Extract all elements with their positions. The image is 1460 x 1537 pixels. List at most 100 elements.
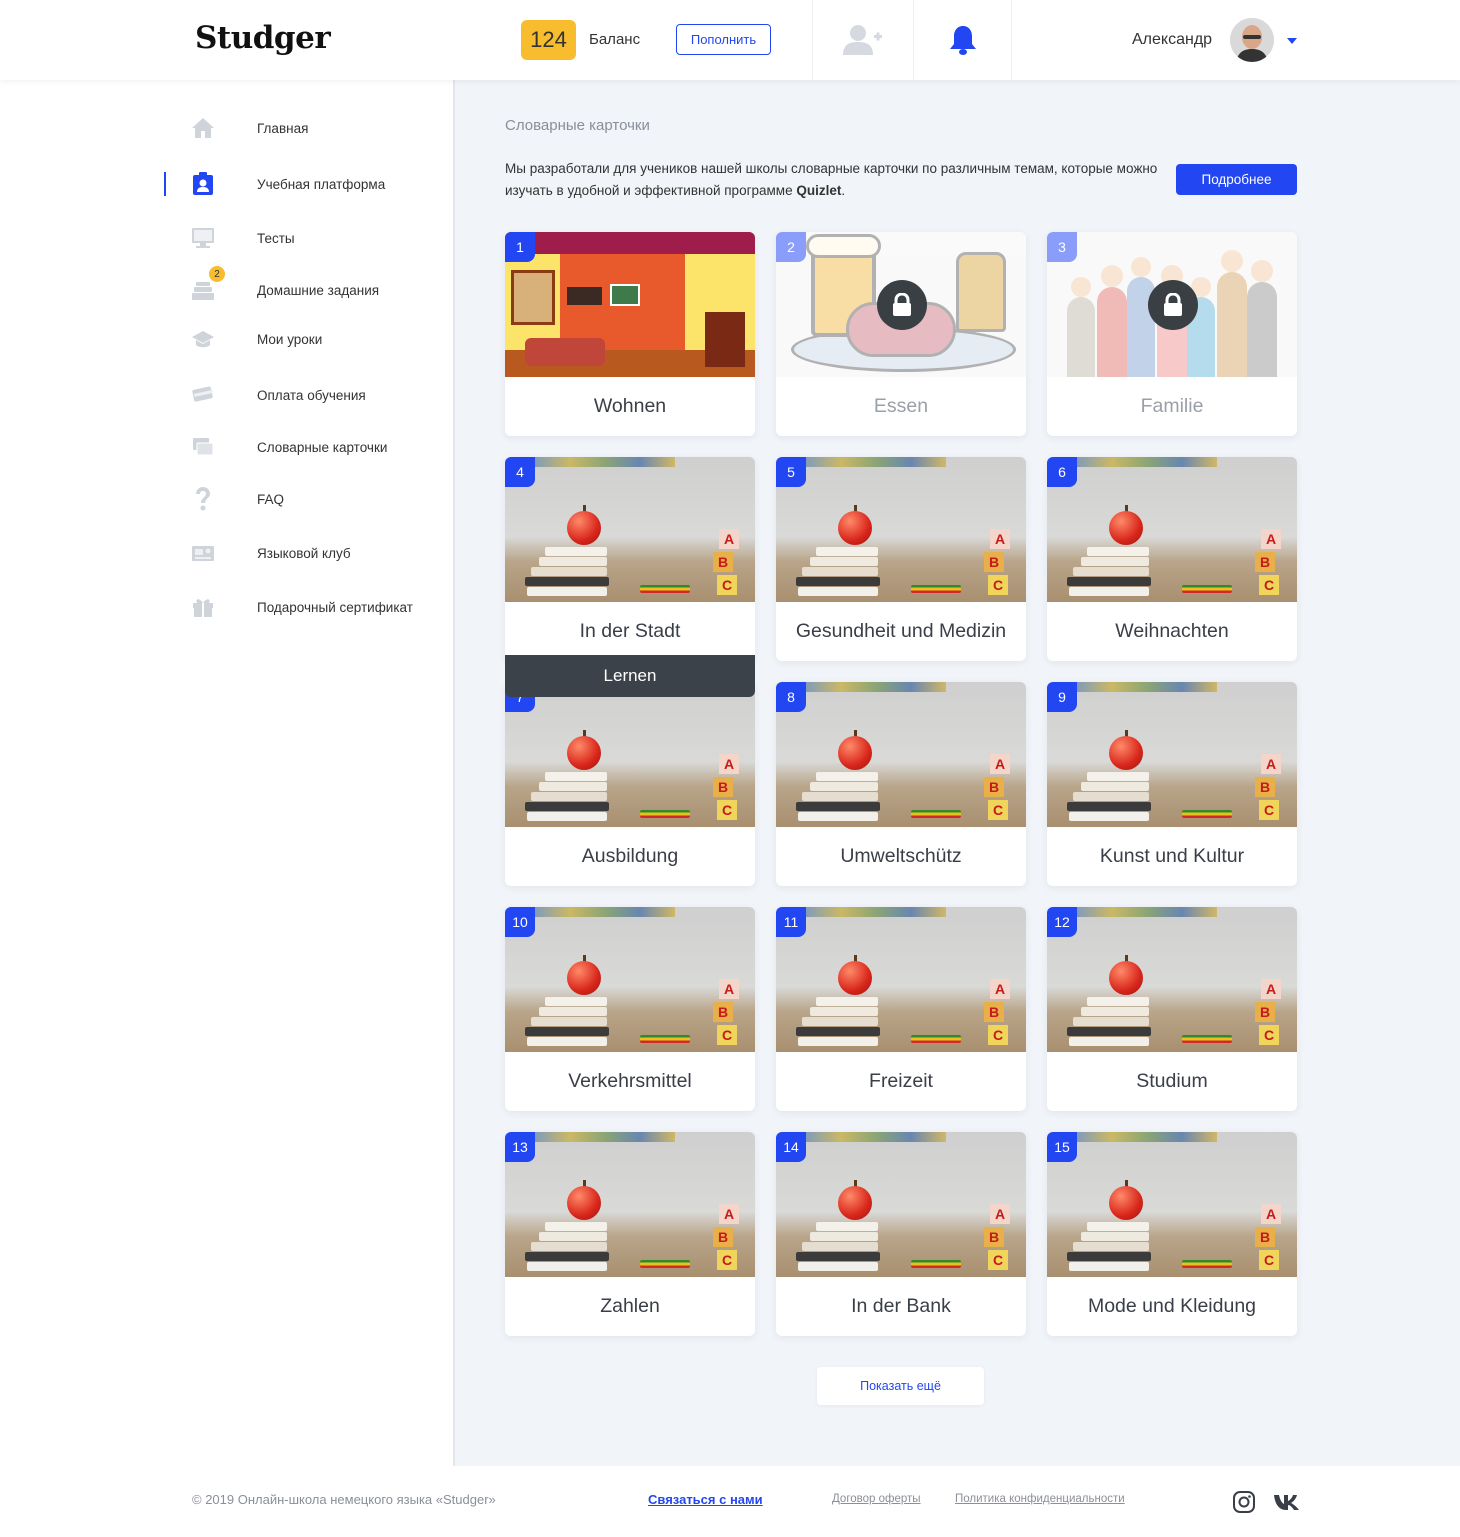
flashcard-card[interactable]: A B C 13 Zahlen	[505, 1132, 755, 1336]
sidebar-item-tests[interactable]: Тесты	[0, 218, 455, 258]
footer: © 2019 Онлайн-школа немецкого языка «Stu…	[0, 1466, 1460, 1537]
sidebar-item-label: Домашние задания	[257, 282, 380, 298]
more-info-button[interactable]: Подробнее	[1176, 164, 1297, 195]
card-number-badge: 15	[1047, 1132, 1077, 1162]
flashcard-card[interactable]: A B C 14 In der Bank	[776, 1132, 1026, 1336]
sidebar: Главная Учебная платформа Тесты 2 Домашн…	[0, 80, 455, 1466]
card-image: ABC	[505, 682, 755, 827]
card-number-badge: 4	[505, 457, 535, 487]
chevron-down-icon[interactable]	[1287, 38, 1297, 44]
sidebar-item-label: Словарные карточки	[257, 439, 388, 455]
notifications-button[interactable]	[913, 0, 1012, 80]
sidebar-item-homework[interactable]: 2 Домашние задания	[0, 266, 455, 310]
flashcard-card[interactable]: A B C 6 Weihnachten	[1047, 457, 1297, 661]
lock-icon	[1148, 280, 1198, 330]
card-image: ABC	[505, 1132, 755, 1277]
graduation-cap-icon	[191, 327, 215, 351]
sidebar-item-label: Тесты	[257, 230, 295, 246]
club-icon	[191, 541, 215, 565]
card-title: In der Stadt	[579, 620, 681, 642]
contact-link[interactable]: Связаться с нами	[648, 1492, 763, 1507]
flashcard-card[interactable]: A B C 11 Freizeit	[776, 907, 1026, 1111]
balance-label: Баланс	[589, 31, 641, 48]
card-title: Essen	[873, 395, 929, 417]
card-image: ABC	[1047, 1132, 1297, 1277]
card-image: ABC	[776, 457, 1026, 602]
sidebar-item-lessons[interactable]: Мои уроки	[0, 319, 455, 359]
sidebar-item-club[interactable]: Языковой клуб	[0, 533, 455, 573]
credit-card-icon	[191, 383, 215, 407]
header: Studger 124 Баланс Пополнить Александр	[0, 0, 1460, 80]
homework-badge: 2	[209, 266, 225, 282]
balance-value: 124	[521, 20, 576, 60]
card-title: Kunst und Kultur	[1099, 845, 1245, 867]
flashcard-card[interactable]: A B C 10 Verkehrsmittel	[505, 907, 755, 1111]
card-number-badge: 6	[1047, 457, 1077, 487]
flashcard-card[interactable]: 3 Familie	[1047, 232, 1297, 436]
card-number-badge: 9	[1047, 682, 1077, 712]
card-title: Zahlen	[600, 1295, 660, 1317]
card-title: Weihnachten	[1115, 620, 1229, 642]
flashcard-card[interactable]: A B C 9 Kunst und Kultur	[1047, 682, 1297, 886]
card-image: ABC	[1047, 457, 1297, 602]
logo[interactable]: Studger	[195, 20, 331, 56]
sidebar-item-payment[interactable]: Оплата обучения	[0, 375, 455, 415]
intro-brand: Quizlet	[796, 183, 842, 198]
card-image: ABC	[776, 1132, 1026, 1277]
lock-icon	[877, 280, 927, 330]
learn-button[interactable]: Lernen	[505, 655, 755, 697]
copyright: © 2019 Онлайн-школа немецкого языка «Stu…	[192, 1492, 496, 1507]
card-number-badge: 3	[1047, 232, 1077, 262]
show-more-button[interactable]: Показать ещё	[817, 1367, 984, 1405]
card-title: Freizeit	[869, 1070, 933, 1092]
sidebar-item-label: FAQ	[257, 491, 285, 507]
card-image: ABC	[776, 907, 1026, 1052]
sidebar-item-label: Главная	[257, 120, 309, 136]
active-indicator	[164, 172, 166, 196]
card-title: Ausbildung	[581, 845, 679, 867]
topup-button[interactable]: Пополнить	[676, 24, 771, 55]
flashcard-card[interactable]: A B C 7 Ausbildung	[505, 682, 755, 886]
sidebar-item-label: Оплата обучения	[257, 387, 366, 403]
intro-text: Мы разработали для учеников нашей школы …	[505, 158, 1165, 202]
sidebar-item-faq[interactable]: FAQ	[0, 479, 455, 519]
card-number-badge: 2	[776, 232, 806, 262]
card-number-badge: 11	[776, 907, 806, 937]
flashcard-card[interactable]: A B C 12 Studium	[1047, 907, 1297, 1111]
user-name[interactable]: Александр	[1132, 31, 1212, 49]
sidebar-item-label: Языковой клуб	[257, 545, 351, 561]
card-image	[505, 232, 755, 377]
avatar-photo	[1230, 18, 1274, 62]
sidebar-item-home[interactable]: Главная	[0, 108, 455, 148]
offer-link[interactable]: Договор оферты	[832, 1493, 921, 1505]
privacy-link[interactable]: Политика конфиденциальности	[955, 1493, 1125, 1505]
instagram-icon[interactable]	[1232, 1490, 1256, 1514]
flashcard-card[interactable]: A B C 5 Gesundheit und Medizin	[776, 457, 1026, 661]
flashcard-card[interactable]: A B C 15 Mode und Kleidung	[1047, 1132, 1297, 1336]
monitor-icon	[191, 226, 215, 250]
question-icon	[191, 487, 215, 511]
card-title: Verkehrsmittel	[568, 1070, 692, 1092]
card-title: Familie	[1140, 395, 1204, 417]
card-title: Gesundheit und Medizin	[795, 620, 1007, 642]
card-image: ABC	[505, 457, 755, 602]
card-title: Studium	[1136, 1070, 1208, 1092]
card-image: ABC	[1047, 682, 1297, 827]
sidebar-item-label: Мои уроки	[257, 331, 323, 347]
sidebar-item-platform[interactable]: Учебная платформа	[0, 164, 455, 204]
card-title: Mode und Kleidung	[1087, 1295, 1257, 1317]
sidebar-item-flashcards[interactable]: Словарные карточки	[0, 427, 455, 467]
add-friend-button[interactable]	[812, 0, 913, 80]
vk-icon[interactable]	[1273, 1490, 1301, 1514]
flashcard-card[interactable]: 2 Essen	[776, 232, 1026, 436]
card-image: ABC	[505, 907, 755, 1052]
books-icon	[191, 278, 215, 302]
flashcard-card[interactable]: A B C 8 Umweltschütz	[776, 682, 1026, 886]
card-title: Wohnen	[593, 395, 667, 417]
flashcard-card[interactable]: 1 Wohnen	[505, 232, 755, 436]
card-title: Umweltschütz	[840, 845, 962, 867]
card-number-badge: 13	[505, 1132, 535, 1162]
flashcard-card[interactable]: A B C 4 In der Stadt	[505, 457, 755, 661]
avatar[interactable]	[1230, 18, 1274, 62]
sidebar-item-gift[interactable]: Подарочный сертификат	[0, 587, 455, 627]
